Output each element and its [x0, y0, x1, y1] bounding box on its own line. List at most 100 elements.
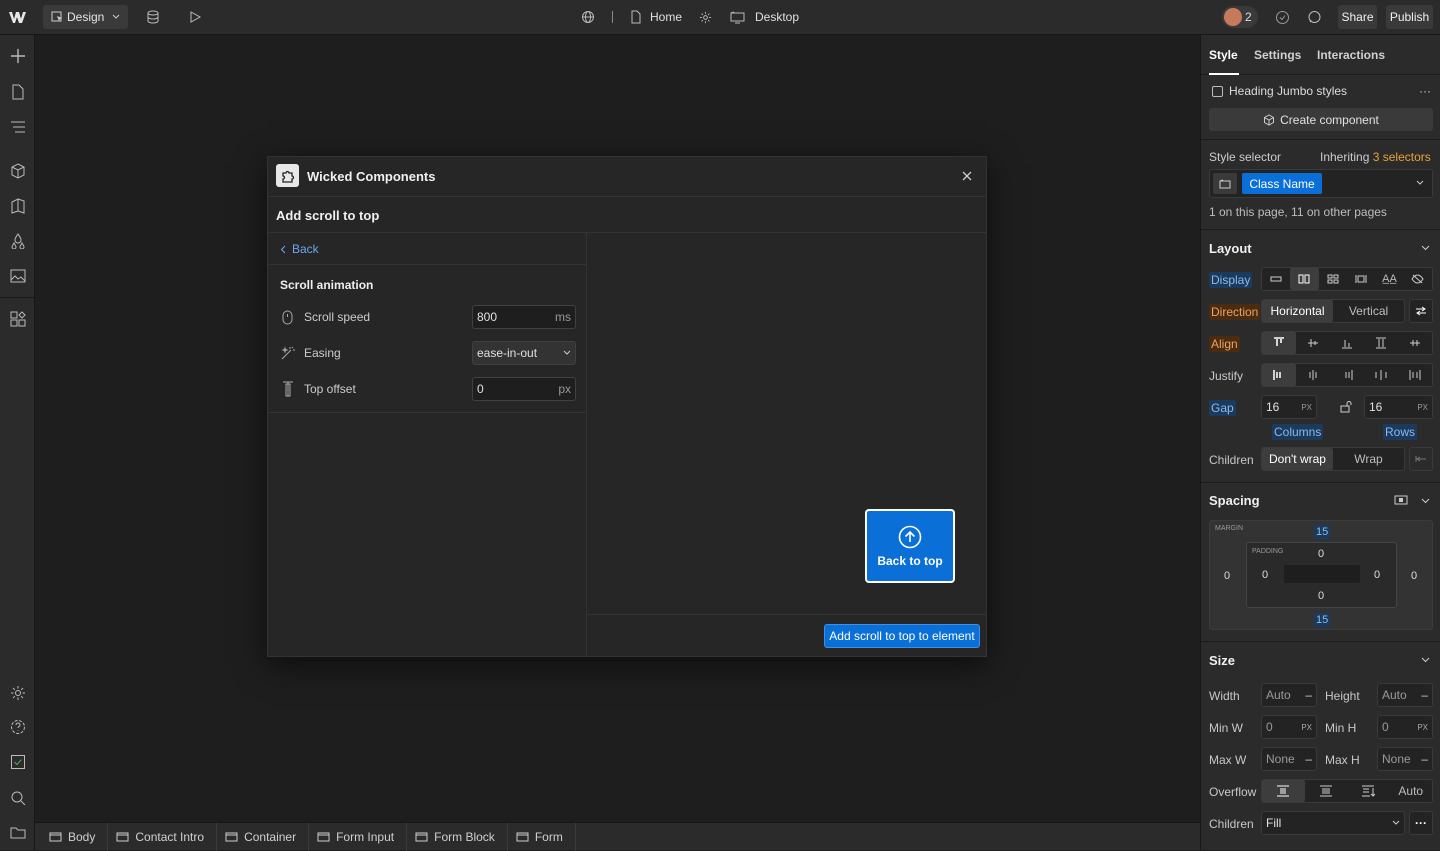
- breadcrumb-item[interactable]: Container: [217, 822, 310, 851]
- globe-icon[interactable]: [579, 8, 597, 26]
- more-options-icon[interactable]: ···: [1419, 84, 1433, 98]
- libraries-icon[interactable]: [7, 195, 29, 217]
- children-fill-select[interactable]: Fill: [1261, 811, 1405, 835]
- direction-horizontal-option[interactable]: Horizontal: [1262, 300, 1333, 322]
- reverse-direction-button[interactable]: [1409, 299, 1433, 323]
- add-scroll-button[interactable]: Add scroll to top to element: [824, 624, 980, 648]
- pages-icon[interactable]: [7, 81, 29, 103]
- create-component-button[interactable]: Create component: [1209, 108, 1433, 131]
- max-width-input[interactable]: None –: [1261, 747, 1317, 771]
- back-link[interactable]: Back: [280, 241, 319, 257]
- close-icon[interactable]: [959, 168, 975, 184]
- components-icon[interactable]: [7, 160, 29, 182]
- scroll-speed-input[interactable]: 800 ms: [472, 305, 576, 329]
- tab-interactions[interactable]: Interactions: [1317, 48, 1385, 62]
- dont-wrap-option[interactable]: Don't wrap: [1262, 448, 1333, 470]
- padding-bottom-value[interactable]: 0: [1318, 590, 1324, 602]
- gap-rows-input[interactable]: 16 PX: [1364, 395, 1433, 419]
- wrap-option[interactable]: Wrap: [1333, 448, 1404, 470]
- display-grid-icon[interactable]: [1319, 268, 1347, 290]
- tab-style[interactable]: Style: [1209, 48, 1238, 62]
- variables-icon[interactable]: [7, 230, 29, 252]
- gap-columns-input[interactable]: 16 PX: [1261, 395, 1317, 419]
- breakpoint-selector[interactable]: Desktop: [730, 8, 799, 26]
- class-name-chip[interactable]: Class Name: [1242, 173, 1322, 194]
- heading-styles-checkbox[interactable]: [1212, 86, 1223, 97]
- webflow-logo[interactable]: [6, 8, 30, 26]
- direction-vertical-option[interactable]: Vertical: [1333, 300, 1404, 322]
- chevron-down-icon[interactable]: [1421, 245, 1430, 251]
- preview-play-icon[interactable]: [186, 8, 204, 26]
- share-button[interactable]: Share: [1338, 5, 1377, 29]
- margin-top-value[interactable]: 15: [1314, 525, 1331, 539]
- assets-image-icon[interactable]: [7, 265, 29, 287]
- chevron-down-icon[interactable]: [1421, 498, 1430, 504]
- justify-between-icon[interactable]: [1364, 364, 1398, 386]
- padding-left-value[interactable]: 0: [1262, 569, 1268, 581]
- align-start-icon[interactable]: [1262, 332, 1296, 354]
- reverse-wrap-button[interactable]: [1409, 447, 1433, 471]
- breadcrumb-item[interactable]: Body: [41, 822, 109, 851]
- spacing-settings-icon[interactable]: [1394, 494, 1408, 506]
- display-none-icon[interactable]: [1404, 268, 1432, 290]
- page-selector[interactable]: Home: [630, 8, 682, 26]
- breadcrumb-item[interactable]: Contact Intro: [108, 822, 218, 851]
- breadcrumb-item[interactable]: Form: [508, 822, 576, 851]
- search-icon[interactable]: [7, 787, 29, 809]
- tab-settings[interactable]: Settings: [1254, 48, 1301, 62]
- min-width-input[interactable]: 0 PX: [1261, 715, 1317, 739]
- easing-select[interactable]: ease-in-out: [472, 341, 576, 365]
- align-stretch-icon[interactable]: [1364, 332, 1398, 354]
- add-icon[interactable]: [7, 45, 29, 67]
- easing-value: ease-in-out: [477, 346, 538, 360]
- chevron-down-icon[interactable]: [1416, 180, 1424, 186]
- navigator-icon[interactable]: [7, 116, 29, 138]
- align-baseline-icon[interactable]: [1398, 332, 1432, 354]
- mode-dropdown[interactable]: Design: [43, 5, 128, 29]
- top-offset-input[interactable]: 0 px: [472, 377, 576, 401]
- overflow-auto-option[interactable]: Auto: [1390, 780, 1433, 802]
- justify-around-icon[interactable]: [1398, 364, 1432, 386]
- display-inline-block-icon[interactable]: [1347, 268, 1375, 290]
- back-to-top-preview-button[interactable]: Back to top: [865, 509, 955, 583]
- breadcrumb-item[interactable]: Form Input: [309, 822, 408, 851]
- children-more-button[interactable]: ···: [1409, 811, 1433, 835]
- inheriting-selectors-link[interactable]: 3 selectors: [1373, 150, 1431, 164]
- apps-icon[interactable]: [7, 308, 29, 330]
- height-input[interactable]: Auto –: [1377, 683, 1433, 707]
- overflow-visible-icon[interactable]: [1262, 780, 1305, 802]
- justify-center-icon[interactable]: [1296, 364, 1330, 386]
- padding-right-value[interactable]: 0: [1374, 569, 1380, 581]
- justify-start-icon[interactable]: [1262, 364, 1296, 386]
- breadcrumb-item[interactable]: Form Block: [407, 822, 508, 851]
- align-end-icon[interactable]: [1330, 332, 1364, 354]
- align-center-icon[interactable]: [1296, 332, 1330, 354]
- site-settings-gear-icon[interactable]: [7, 682, 29, 704]
- overflow-hidden-icon[interactable]: [1305, 780, 1348, 802]
- video-tutorials-icon[interactable]: [7, 821, 29, 843]
- comments-icon[interactable]: [1305, 8, 1323, 26]
- display-inline-icon[interactable]: A̲A̲: [1375, 268, 1403, 290]
- margin-right-value[interactable]: 0: [1411, 570, 1417, 582]
- check-circle-icon[interactable]: [1273, 8, 1291, 26]
- justify-end-icon[interactable]: [1330, 364, 1364, 386]
- page-settings-gear-icon[interactable]: [697, 8, 713, 26]
- min-height-input[interactable]: 0 PX: [1377, 715, 1433, 739]
- overflow-scroll-icon[interactable]: [1347, 780, 1390, 802]
- style-panel: Style Settings Interactions Heading Jumb…: [1200, 35, 1440, 850]
- width-input[interactable]: Auto –: [1261, 683, 1317, 707]
- audit-checklist-icon[interactable]: [7, 751, 29, 773]
- max-height-input[interactable]: None –: [1377, 747, 1433, 771]
- unlock-icon[interactable]: [1340, 400, 1352, 413]
- margin-bottom-value[interactable]: 15: [1314, 613, 1331, 627]
- help-icon[interactable]: [7, 716, 29, 738]
- chevron-down-icon[interactable]: [1421, 657, 1430, 663]
- display-block-icon[interactable]: [1262, 268, 1290, 290]
- collaborators[interactable]: 2: [1222, 6, 1258, 28]
- cms-database-icon[interactable]: [144, 8, 162, 26]
- margin-left-value[interactable]: 0: [1224, 570, 1230, 582]
- display-flex-icon[interactable]: [1290, 268, 1319, 290]
- publish-button[interactable]: Publish: [1386, 5, 1433, 29]
- selector-field[interactable]: Class Name: [1209, 169, 1433, 198]
- padding-top-value[interactable]: 0: [1318, 548, 1324, 560]
